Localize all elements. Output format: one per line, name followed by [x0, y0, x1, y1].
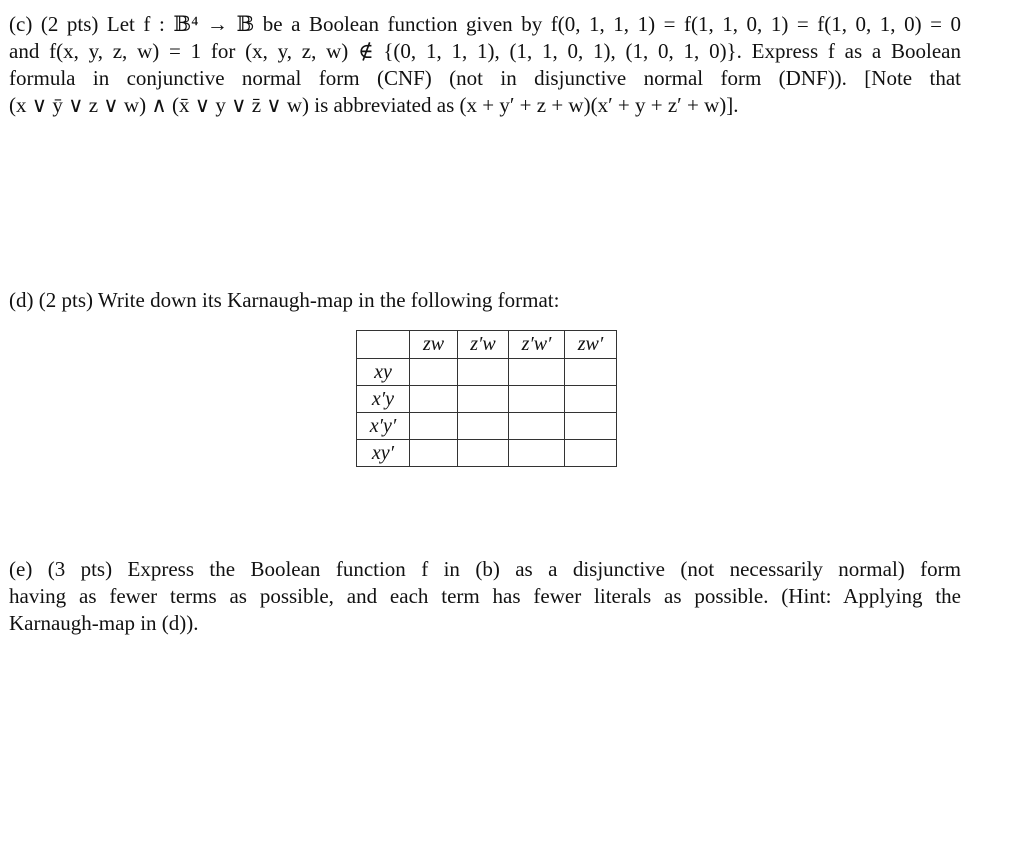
question-part-c: (c) (2 pts) Let f : 𝔹⁴ → 𝔹 be a Boolean …	[9, 11, 961, 119]
kmap-row: x′y	[356, 385, 617, 413]
kmap-cell	[508, 412, 565, 440]
kmap-row-header: x′y′	[356, 412, 410, 440]
kmap-row: xy′	[356, 439, 617, 467]
kmap-col-header: zw	[409, 330, 458, 359]
kmap-row-header: x′y	[356, 385, 410, 413]
kmap-row-header: xy	[356, 358, 410, 386]
kmap-cell	[457, 358, 509, 386]
kmap-row-header: xy′	[356, 439, 410, 467]
part-c-line-2: and f(x, y, z, w) = 1 for (x, y, z, w) ∉…	[9, 39, 961, 63]
kmap-cell	[564, 358, 617, 386]
part-d-text: (d) (2 pts) Write down its Karnaugh-map …	[9, 288, 560, 312]
kmap-cell	[409, 412, 458, 440]
kmap-row: xy	[356, 358, 617, 386]
part-c-line-1: (c) (2 pts) Let f : 𝔹⁴ → 𝔹 be a Boolean …	[9, 12, 961, 36]
kmap-cell	[564, 412, 617, 440]
kmap-cell	[564, 385, 617, 413]
kmap-cell	[409, 358, 458, 386]
kmap-cell	[409, 439, 458, 467]
kmap-col-header: zw′	[564, 330, 617, 359]
part-e-line-1: (e) (3 pts) Express the Boolean function…	[9, 557, 961, 581]
kmap-cell	[508, 439, 565, 467]
kmap-cell	[508, 358, 565, 386]
question-part-e: (e) (3 pts) Express the Boolean function…	[9, 556, 961, 637]
kmap-cell	[564, 439, 617, 467]
part-c-line-4: (x ∨ ȳ ∨ z ∨ w) ∧ (x̄ ∨ y ∨ z̄ ∨ w) is a…	[9, 93, 739, 117]
part-e-line-3: Karnaugh-map in (d)).	[9, 611, 199, 635]
part-e-line-2: having as fewer terms as possible, and e…	[9, 584, 961, 608]
kmap-col-header: z′w	[457, 330, 509, 359]
kmap-cell	[457, 412, 509, 440]
kmap-header-row: zw z′w z′w′ zw′	[356, 330, 617, 359]
kmap-cell	[457, 385, 509, 413]
kmap-cell	[409, 385, 458, 413]
kmap-row: x′y′	[356, 412, 617, 440]
kmap-cell	[457, 439, 509, 467]
karnaugh-map-table: zw z′w z′w′ zw′ xy x′y x′y′ xy′	[356, 330, 617, 467]
question-part-d: (d) (2 pts) Write down its Karnaugh-map …	[9, 287, 961, 314]
kmap-col-header: z′w′	[508, 330, 565, 359]
part-c-line-3: formula in conjunctive normal form (CNF)…	[9, 66, 961, 90]
kmap-cell	[508, 385, 565, 413]
kmap-corner-cell	[356, 330, 410, 359]
